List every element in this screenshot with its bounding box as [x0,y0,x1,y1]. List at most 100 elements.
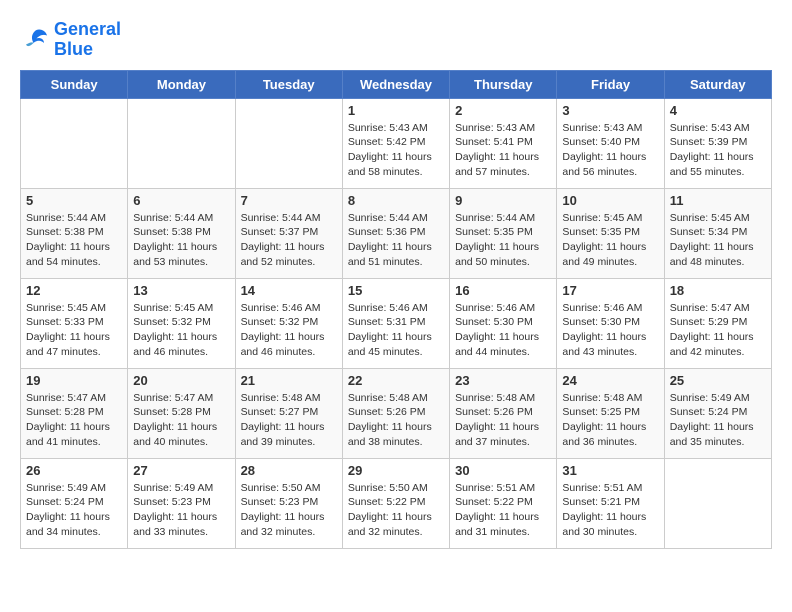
cell-info: Sunrise: 5:44 AMSunset: 5:36 PMDaylight:… [348,211,444,270]
date-number: 7 [241,193,337,208]
calendar-cell: 9 Sunrise: 5:44 AMSunset: 5:35 PMDaylight… [450,188,557,278]
calendar-cell: 27 Sunrise: 5:49 AMSunset: 5:23 PMDayligh… [128,458,235,548]
cell-info: Sunrise: 5:50 AMSunset: 5:22 PMDaylight:… [348,481,444,540]
calendar-cell: 18 Sunrise: 5:47 AMSunset: 5:29 PMDayligh… [664,278,771,368]
calendar-cell: 12 Sunrise: 5:45 AMSunset: 5:33 PMDayligh… [21,278,128,368]
date-number: 5 [26,193,122,208]
calendar-cell [128,98,235,188]
calendar-cell: 14 Sunrise: 5:46 AMSunset: 5:32 PMDayligh… [235,278,342,368]
cell-info: Sunrise: 5:51 AMSunset: 5:21 PMDaylight:… [562,481,658,540]
day-header-sunday: Sunday [21,70,128,98]
cell-info: Sunrise: 5:49 AMSunset: 5:24 PMDaylight:… [26,481,122,540]
calendar-cell: 29 Sunrise: 5:50 AMSunset: 5:22 PMDayligh… [342,458,449,548]
date-number: 24 [562,373,658,388]
date-number: 9 [455,193,551,208]
date-number: 21 [241,373,337,388]
cell-info: Sunrise: 5:44 AMSunset: 5:38 PMDaylight:… [26,211,122,270]
date-number: 2 [455,103,551,118]
date-number: 12 [26,283,122,298]
date-number: 18 [670,283,766,298]
date-number: 27 [133,463,229,478]
calendar-cell: 8 Sunrise: 5:44 AMSunset: 5:36 PMDaylight… [342,188,449,278]
cell-info: Sunrise: 5:47 AMSunset: 5:28 PMDaylight:… [26,391,122,450]
date-number: 4 [670,103,766,118]
calendar-cell: 3 Sunrise: 5:43 AMSunset: 5:40 PMDaylight… [557,98,664,188]
calendar-table: SundayMondayTuesdayWednesdayThursdayFrid… [20,70,772,549]
cell-info: Sunrise: 5:45 AMSunset: 5:35 PMDaylight:… [562,211,658,270]
day-header-wednesday: Wednesday [342,70,449,98]
page-header: General Blue [20,20,772,60]
cell-info: Sunrise: 5:47 AMSunset: 5:29 PMDaylight:… [670,301,766,360]
calendar-cell: 19 Sunrise: 5:47 AMSunset: 5:28 PMDayligh… [21,368,128,458]
cell-info: Sunrise: 5:45 AMSunset: 5:34 PMDaylight:… [670,211,766,270]
cell-info: Sunrise: 5:50 AMSunset: 5:23 PMDaylight:… [241,481,337,540]
date-number: 16 [455,283,551,298]
cell-info: Sunrise: 5:44 AMSunset: 5:35 PMDaylight:… [455,211,551,270]
date-number: 15 [348,283,444,298]
date-number: 23 [455,373,551,388]
calendar-cell [235,98,342,188]
cell-info: Sunrise: 5:47 AMSunset: 5:28 PMDaylight:… [133,391,229,450]
calendar-cell: 23 Sunrise: 5:48 AMSunset: 5:26 PMDayligh… [450,368,557,458]
calendar-cell: 17 Sunrise: 5:46 AMSunset: 5:30 PMDayligh… [557,278,664,368]
date-number: 17 [562,283,658,298]
cell-info: Sunrise: 5:49 AMSunset: 5:23 PMDaylight:… [133,481,229,540]
date-number: 30 [455,463,551,478]
date-number: 26 [26,463,122,478]
logo-bird-icon [20,25,50,55]
calendar-cell: 6 Sunrise: 5:44 AMSunset: 5:38 PMDaylight… [128,188,235,278]
cell-info: Sunrise: 5:48 AMSunset: 5:25 PMDaylight:… [562,391,658,450]
day-header-thursday: Thursday [450,70,557,98]
date-number: 14 [241,283,337,298]
date-number: 1 [348,103,444,118]
cell-info: Sunrise: 5:48 AMSunset: 5:27 PMDaylight:… [241,391,337,450]
cell-info: Sunrise: 5:44 AMSunset: 5:38 PMDaylight:… [133,211,229,270]
calendar-cell: 5 Sunrise: 5:44 AMSunset: 5:38 PMDaylight… [21,188,128,278]
cell-info: Sunrise: 5:46 AMSunset: 5:30 PMDaylight:… [562,301,658,360]
day-header-tuesday: Tuesday [235,70,342,98]
calendar-cell: 25Sunrise: 5:49 AMSunset: 5:24 PMDayligh… [664,368,771,458]
date-number: 28 [241,463,337,478]
cell-info: Sunrise: 5:44 AMSunset: 5:37 PMDaylight:… [241,211,337,270]
date-number: 31 [562,463,658,478]
date-number: 6 [133,193,229,208]
calendar-cell: 26 Sunrise: 5:49 AMSunset: 5:24 PMDayligh… [21,458,128,548]
date-number: 20 [133,373,229,388]
calendar-cell: 10 Sunrise: 5:45 AMSunset: 5:35 PMDayligh… [557,188,664,278]
calendar-cell [21,98,128,188]
date-number: 29 [348,463,444,478]
cell-info: Sunrise: 5:43 AMSunset: 5:39 PMDaylight:… [670,121,766,180]
cell-info: Sunrise: 5:46 AMSunset: 5:31 PMDaylight:… [348,301,444,360]
day-header-friday: Friday [557,70,664,98]
calendar-cell: 1Sunrise: 5:43 AMSunset: 5:42 PMDaylight… [342,98,449,188]
date-number: 22 [348,373,444,388]
calendar-cell: 2Sunrise: 5:43 AMSunset: 5:41 PMDaylight… [450,98,557,188]
cell-info: Sunrise: 5:51 AMSunset: 5:22 PMDaylight:… [455,481,551,540]
date-number: 3 [562,103,658,118]
cell-info: Sunrise: 5:48 AMSunset: 5:26 PMDaylight:… [455,391,551,450]
calendar-cell: 7 Sunrise: 5:44 AMSunset: 5:37 PMDaylight… [235,188,342,278]
date-number: 13 [133,283,229,298]
calendar-cell: 13 Sunrise: 5:45 AMSunset: 5:32 PMDayligh… [128,278,235,368]
calendar-cell: 28 Sunrise: 5:50 AMSunset: 5:23 PMDayligh… [235,458,342,548]
cell-info: Sunrise: 5:43 AMSunset: 5:40 PMDaylight:… [562,121,658,180]
calendar-cell: 4 Sunrise: 5:43 AMSunset: 5:39 PMDaylight… [664,98,771,188]
date-number: 11 [670,193,766,208]
calendar-cell: 31 Sunrise: 5:51 AMSunset: 5:21 PMDayligh… [557,458,664,548]
logo-text: General Blue [54,20,121,60]
cell-info: Sunrise: 5:45 AMSunset: 5:33 PMDaylight:… [26,301,122,360]
calendar-cell: 15 Sunrise: 5:46 AMSunset: 5:31 PMDayligh… [342,278,449,368]
date-number: 10 [562,193,658,208]
calendar-cell: 20 Sunrise: 5:47 AMSunset: 5:28 PMDayligh… [128,368,235,458]
calendar-cell: 11 Sunrise: 5:45 AMSunset: 5:34 PMDayligh… [664,188,771,278]
day-header-monday: Monday [128,70,235,98]
cell-info: Sunrise: 5:46 AMSunset: 5:30 PMDaylight:… [455,301,551,360]
day-header-saturday: Saturday [664,70,771,98]
date-number: 19 [26,373,122,388]
date-number: 25 [670,373,766,388]
date-number: 8 [348,193,444,208]
calendar-cell: 16 Sunrise: 5:46 AMSunset: 5:30 PMDayligh… [450,278,557,368]
cell-info: Sunrise: 5:46 AMSunset: 5:32 PMDaylight:… [241,301,337,360]
logo: General Blue [20,20,121,60]
cell-info: Sunrise: 5:45 AMSunset: 5:32 PMDaylight:… [133,301,229,360]
